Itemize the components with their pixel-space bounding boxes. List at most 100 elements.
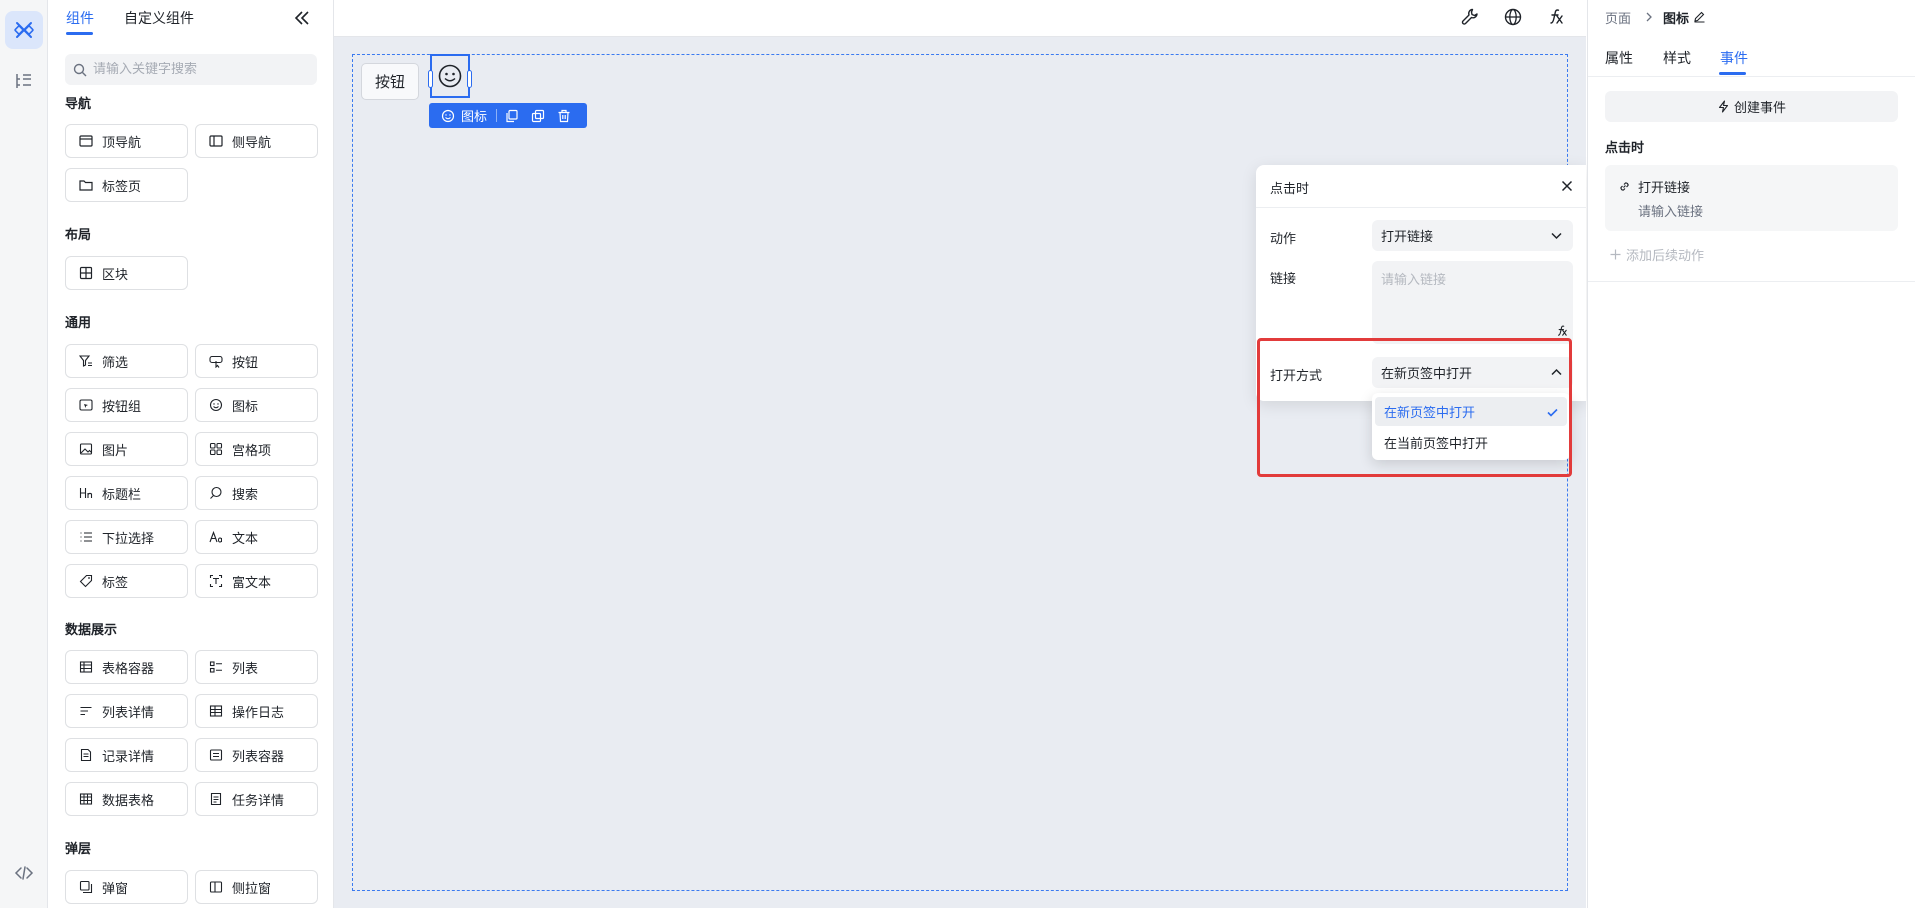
open-mode-label: 打开方式 (1270, 369, 1323, 384)
comp-text[interactable]: 文本 (195, 520, 318, 554)
chevron-up-icon (1551, 368, 1562, 376)
create-event-button[interactable]: 创建事件 (1605, 91, 1898, 122)
link-input[interactable] (1372, 261, 1573, 344)
tools-icon (14, 22, 34, 38)
code-button[interactable] (5, 854, 43, 892)
components-tool-button[interactable] (5, 11, 43, 49)
link-field (1372, 261, 1573, 344)
comp-filter[interactable]: 筛选 (65, 344, 188, 378)
wrench-icon[interactable] (1460, 7, 1480, 27)
comp-label: 图标 (232, 399, 259, 415)
comp-dropdown-select[interactable]: 下拉选择 (65, 520, 188, 554)
comp-list-container[interactable]: 列表容器 (195, 738, 318, 772)
divider (496, 109, 498, 122)
comp-button[interactable]: 按钮 (195, 344, 318, 378)
add-followup-label: 添加后续动作 (1626, 249, 1705, 264)
comp-label: 按钮组 (102, 399, 142, 415)
tab-events[interactable]: 事件 (1720, 48, 1748, 68)
link-icon (1620, 182, 1629, 191)
comp-label: 表格容器 (102, 661, 155, 677)
comp-rich-text[interactable]: 富文本 (195, 564, 318, 598)
comp-label: 侧拉窗 (232, 881, 272, 897)
plus-icon (1610, 249, 1621, 260)
resize-handle-left[interactable] (428, 70, 433, 88)
event-action-card[interactable]: 打开链接 请输入链接 (1605, 165, 1898, 231)
comp-modal[interactable]: 弹窗 (65, 870, 188, 904)
action-select[interactable]: 打开链接 (1372, 220, 1573, 251)
comp-drawer[interactable]: 侧拉窗 (195, 870, 318, 904)
comp-label: 文本 (232, 531, 259, 547)
comp-label: 富文本 (232, 575, 272, 591)
pointer-button-icon (209, 355, 223, 368)
comp-label: 弹窗 (102, 881, 129, 897)
resize-handle-right[interactable] (467, 70, 472, 88)
open-mode-select[interactable]: 在新页签中打开 (1372, 357, 1573, 388)
comp-label: 数据表格 (102, 793, 155, 809)
comp-list-detail[interactable]: 列表详情 (65, 694, 188, 728)
comp-table-container[interactable]: 表格容器 (65, 650, 188, 684)
comp-label: 侧导航 (232, 135, 272, 151)
comp-label: 列表 (232, 661, 259, 677)
comp-label: 搜索 (232, 487, 259, 503)
tab-style[interactable]: 样式 (1663, 48, 1691, 68)
check-icon (1547, 408, 1558, 417)
comp-data-table[interactable]: 数据表格 (65, 782, 188, 816)
option-current-tab[interactable]: 在当前页签中打开 (1375, 428, 1567, 457)
side-nav-icon (209, 135, 223, 147)
list-container-icon (209, 749, 223, 761)
globe-icon[interactable] (1503, 7, 1523, 27)
duplicate-icon[interactable] (531, 109, 545, 123)
document-icon (80, 748, 92, 762)
variable-fx-icon[interactable] (1546, 7, 1566, 27)
outline-tree-button[interactable] (5, 62, 43, 100)
chevron-right-icon (1646, 12, 1652, 22)
comp-label: 标题栏 (102, 487, 142, 503)
edit-pencil-icon[interactable] (1693, 10, 1706, 23)
canvas-button-component[interactable]: 按钮 (361, 63, 419, 100)
trash-icon[interactable] (557, 109, 571, 123)
data-table-icon (79, 793, 93, 805)
search-input[interactable] (93, 62, 303, 77)
link-label: 链接 (1270, 272, 1297, 287)
comp-label: 顶导航 (102, 135, 142, 151)
tab-custom-components[interactable]: 自定义组件 (124, 8, 194, 28)
comp-tag[interactable]: 标签 (65, 564, 188, 598)
comp-search[interactable]: 搜索 (195, 476, 318, 510)
lightning-icon (1718, 100, 1729, 113)
event-action-name: 打开链接 (1638, 181, 1691, 196)
tab-components[interactable]: 组件 (66, 8, 94, 28)
variable-fx-icon[interactable] (1555, 324, 1569, 338)
smile-icon (441, 109, 455, 122)
collapse-panel-button[interactable] (292, 8, 312, 28)
search-icon (73, 63, 87, 76)
comp-icon[interactable]: 图标 (195, 388, 318, 422)
list-detail-icon (80, 706, 92, 716)
comp-heading-bar[interactable]: 标题栏 (65, 476, 188, 510)
comp-operation-log[interactable]: 操作日志 (195, 694, 318, 728)
tab-properties[interactable]: 属性 (1605, 48, 1633, 68)
comp-side-nav[interactable]: 侧导航 (195, 124, 318, 158)
section-title: 数据展示 (65, 623, 118, 638)
comp-top-nav[interactable]: 顶导航 (65, 124, 188, 158)
tree-list-icon (16, 74, 31, 88)
copy-icon[interactable] (505, 109, 519, 123)
comp-record-detail[interactable]: 记录详情 (65, 738, 188, 772)
comp-task-detail[interactable]: 任务详情 (195, 782, 318, 816)
close-icon[interactable] (1560, 179, 1574, 193)
canvas-icon-component-selected[interactable] (428, 54, 472, 98)
comp-tabs[interactable]: 标签页 (65, 168, 188, 202)
comp-list[interactable]: 列表 (195, 650, 318, 684)
comp-label: 下拉选择 (102, 531, 155, 547)
add-followup-action-button[interactable]: 添加后续动作 (1609, 245, 1704, 264)
rich-text-icon (209, 574, 223, 588)
option-label: 在当前页签中打开 (1384, 437, 1489, 452)
comp-block[interactable]: 区块 (65, 256, 188, 290)
divider (1588, 76, 1915, 77)
comp-button-group[interactable]: 按钮组 (65, 388, 188, 422)
breadcrumb-page[interactable]: 页面 (1605, 8, 1631, 27)
option-new-tab[interactable]: 在新页签中打开 (1375, 397, 1567, 426)
comp-image[interactable]: 图片 (65, 432, 188, 466)
comp-grid-item[interactable]: 宫格项 (195, 432, 318, 466)
image-icon (79, 443, 93, 455)
comp-label: 标签页 (102, 179, 142, 195)
